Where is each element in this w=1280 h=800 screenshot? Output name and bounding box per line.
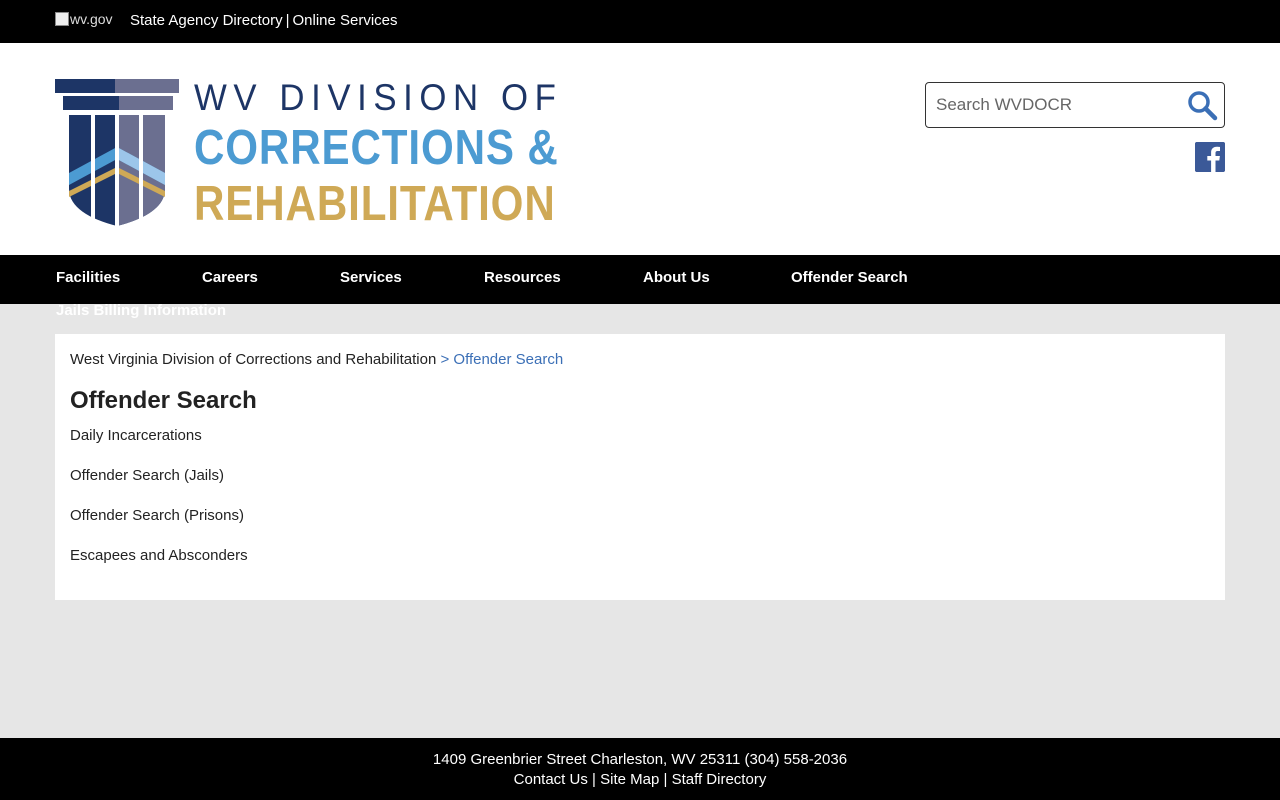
escapees-and-absconders-link[interactable]: Escapees and Absconders <box>70 547 248 564</box>
site-search <box>925 82 1225 128</box>
breadcrumb-root-link[interactable]: West Virginia Division of Corrections an… <box>70 351 436 368</box>
offender-search-prisons-link[interactable]: Offender Search (Prisons) <box>70 507 244 524</box>
logo-line-division: WV DIVISION OF <box>194 77 563 118</box>
footer-separator: | <box>592 771 596 788</box>
nav-item-facilities[interactable]: Facilities <box>56 269 120 286</box>
search-input[interactable] <box>936 83 1176 127</box>
top-links: State Agency Directory | Online Services <box>130 12 398 29</box>
nav-item-jails-billing-information[interactable]: Jails Billing Information <box>56 302 226 319</box>
nav-item-about-us[interactable]: About Us <box>643 269 710 286</box>
page-title: Offender Search <box>70 387 257 414</box>
main-content: West Virginia Division of Corrections an… <box>55 334 1225 600</box>
footer-separator: | <box>663 771 668 788</box>
staff-directory-link[interactable]: Staff Directory <box>672 771 767 788</box>
nav-item-services[interactable]: Services <box>340 269 402 286</box>
broken-image-icon <box>55 12 69 26</box>
site-map-link[interactable]: Site Map <box>600 771 659 788</box>
pillar-shield-emblem <box>55 79 179 227</box>
wvgov-alt-text: wv.gov <box>70 11 113 27</box>
site-header: WV DIVISION OF CORRECTIONS & REHABILITAT… <box>0 43 1280 255</box>
facebook-icon[interactable] <box>1195 142 1225 172</box>
logo-wordmark: WV DIVISION OF CORRECTIONS & REHABILITAT… <box>194 76 618 232</box>
nav-item-offender-search[interactable]: Offender Search <box>791 269 908 286</box>
site-footer: 1409 Greenbrier Street Charleston, WV 25… <box>0 738 1280 800</box>
wvdocr-logo-link[interactable]: WV DIVISION OF CORRECTIONS & REHABILITAT… <box>55 76 585 231</box>
nav-item-resources[interactable]: Resources <box>484 269 561 286</box>
logo-line-corrections: CORRECTIONS & <box>194 121 559 175</box>
contact-us-link[interactable]: Contact Us <box>514 771 588 788</box>
logo-line-rehabilitation: REHABILITATION <box>194 177 556 231</box>
nav-item-careers[interactable]: Careers <box>202 269 258 286</box>
footer-address: 1409 Greenbrier Street Charleston, WV 25… <box>432 751 848 768</box>
offender-search-jails-link[interactable]: Offender Search (Jails) <box>70 467 224 484</box>
top-bar: wv.gov State Agency Directory | Online Ser… <box>0 0 1280 43</box>
wvgov-logo-link[interactable]: wv.gov <box>55 11 113 27</box>
top-links-separator: | <box>285 12 290 29</box>
breadcrumb: West Virginia Division of Corrections an… <box>70 351 563 368</box>
breadcrumb-current: > Offender Search <box>440 351 564 368</box>
daily-incarcerations-link[interactable]: Daily Incarcerations <box>70 427 202 444</box>
state-agency-directory-link[interactable]: State Agency Directory <box>130 12 283 29</box>
footer-links: Contact Us | Site Map | Staff Directory <box>0 771 1280 788</box>
online-services-link[interactable]: Online Services <box>292 12 397 29</box>
search-icon[interactable] <box>1186 89 1218 121</box>
main-nav: Facilities Careers Services Resources Ab… <box>0 255 1280 304</box>
